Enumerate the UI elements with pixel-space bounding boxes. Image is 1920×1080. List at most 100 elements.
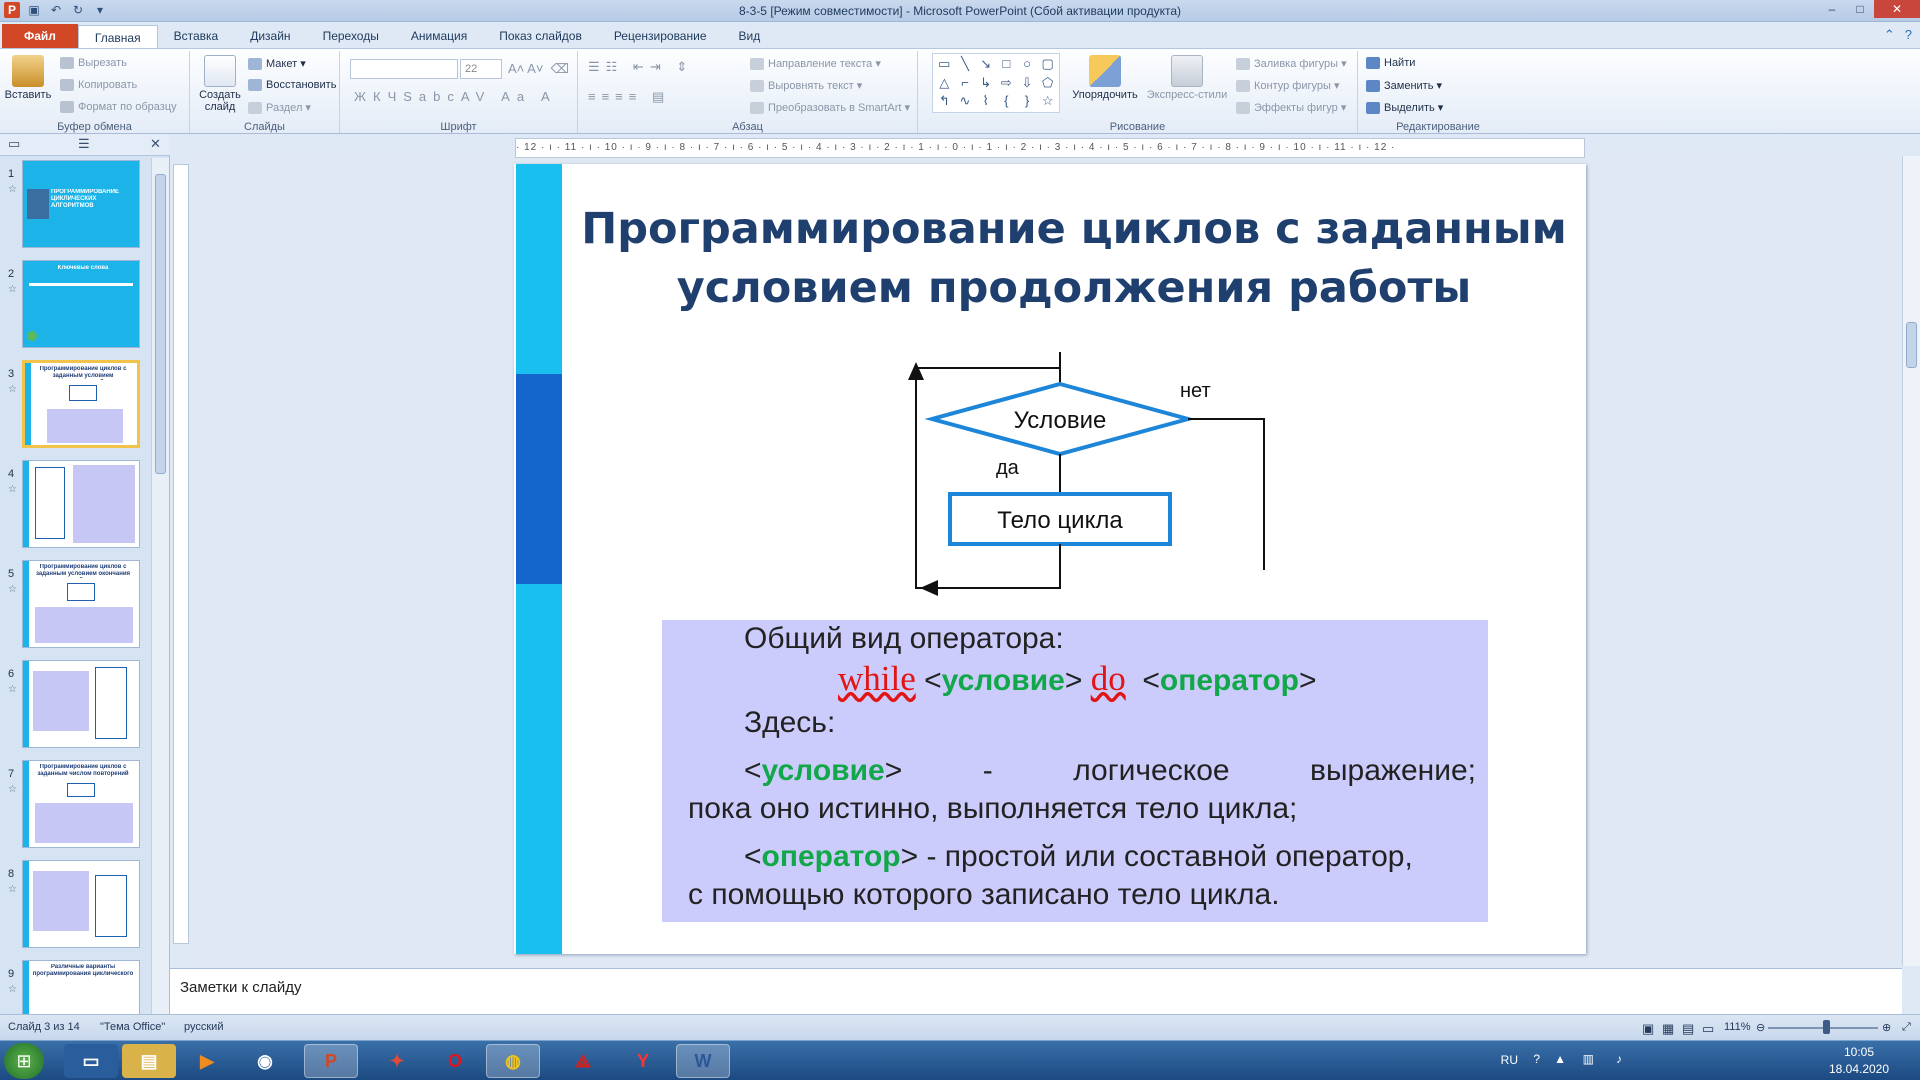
thumbnail-slide-7[interactable]: Программирование циклов с заданным число…	[22, 760, 140, 848]
clock-time[interactable]: 10:05	[1824, 1045, 1894, 1059]
view-slideshow-icon[interactable]: ▭	[1702, 1021, 1714, 1037]
star-shape-icon[interactable]: ☆	[1038, 93, 1057, 110]
quick-styles-button[interactable]: Экспресс-стили	[1144, 55, 1230, 101]
arrange-button[interactable]: Упорядочить	[1068, 55, 1142, 101]
textbox-shape-icon[interactable]: ▭	[935, 56, 954, 73]
down-arrow-shape-icon[interactable]: ⇩	[1018, 75, 1037, 92]
oval-shape-icon[interactable]: ○	[1018, 56, 1037, 73]
scrollbar-thumb[interactable]	[1906, 322, 1917, 368]
language-indicator[interactable]: русский	[184, 1021, 223, 1033]
new-slide-button[interactable]: Создать слайд	[194, 55, 246, 113]
yandex-browser-icon[interactable]: Y	[616, 1044, 670, 1078]
font-format-buttons[interactable]: ЖКЧSabcAV Aa A	[354, 89, 557, 104]
elbow-arrow-shape-icon[interactable]: ↳	[976, 75, 995, 92]
thumbnail-slide-5[interactable]: Программирование циклов с заданным услов…	[22, 560, 140, 648]
taskbar-app-icon[interactable]: ▭	[64, 1044, 118, 1078]
network-icon[interactable]: ▥	[1583, 1052, 1594, 1066]
thumbnail-slide-9[interactable]: Различные варианты программирования цикл…	[22, 960, 140, 1014]
rounded-rect-shape-icon[interactable]: ▢	[1038, 56, 1057, 73]
right-brace-shape-icon[interactable]: }	[1018, 93, 1037, 110]
replace-button[interactable]: Заменить ▾	[1366, 79, 1442, 93]
close-button[interactable]: ✕	[1874, 0, 1920, 18]
thumbnail-slide-1[interactable]: ПРОГРАММИРОВАНИЕ ЦИКЛИЧЕСКИХ АЛГОРИТМОВ	[22, 160, 140, 248]
font-name-box[interactable]	[350, 59, 458, 79]
word-taskbar-icon[interactable]: W	[676, 1044, 730, 1078]
outline-tab-icon[interactable]: ☰	[78, 136, 90, 152]
layout-button[interactable]: Макет ▾	[248, 57, 306, 71]
maximize-button[interactable]: □	[1846, 0, 1874, 18]
minimize-ribbon-icon[interactable]: ⌃	[1884, 27, 1895, 43]
tray-help-icon[interactable]: ?	[1533, 1052, 1540, 1066]
tab-animations[interactable]: Анимация	[395, 24, 483, 48]
thumbnail-slide-6[interactable]	[22, 660, 140, 748]
slide-3[interactable]: Программирование циклов с заданным услов…	[514, 164, 1586, 954]
list-buttons[interactable]: ☰☷ ⇤⇥ ⇕	[588, 59, 693, 75]
tab-transitions[interactable]: Переходы	[307, 24, 395, 48]
tab-design[interactable]: Дизайн	[234, 24, 306, 48]
elbow-shape-icon[interactable]: ⌐	[956, 75, 975, 92]
shapes-gallery[interactable]: ▭ ╲ ↘ □ ○ ▢ △ ⌐ ↳ ⇨ ⇩ ⬠ ↰ ∿ ⌇{} ☆	[932, 53, 1060, 113]
view-normal-icon[interactable]: ▣	[1642, 1021, 1654, 1037]
tab-view[interactable]: Вид	[723, 24, 777, 48]
align-buttons[interactable]: ≡≡≡≡ ▤	[588, 89, 670, 105]
pentagon-shape-icon[interactable]: ⬠	[1038, 75, 1057, 92]
chrome-browser-icon[interactable]: ◍	[486, 1044, 540, 1078]
select-button[interactable]: Выделить ▾	[1366, 101, 1443, 115]
rectangle-shape-icon[interactable]: □	[997, 56, 1016, 73]
thumbnail-slide-8[interactable]	[22, 860, 140, 948]
character-app-icon[interactable]: ✦	[370, 1044, 424, 1078]
start-button[interactable]: ⊞	[4, 1043, 44, 1079]
zoom-out-icon[interactable]: ⊖	[1756, 1021, 1765, 1034]
folder-icon[interactable]: ▤	[122, 1044, 176, 1078]
curve-shape-icon[interactable]: ∿	[956, 93, 975, 110]
tray-show-hidden-icon[interactable]: ▲	[1554, 1052, 1566, 1066]
slides-tab-icon[interactable]: ▭	[8, 136, 20, 152]
volume-icon[interactable]: ♪	[1616, 1052, 1622, 1066]
reset-button[interactable]: Восстановить	[248, 79, 336, 92]
paste-button[interactable]: Вставить	[4, 55, 52, 101]
tab-home[interactable]: Главная	[77, 25, 158, 49]
zoom-level[interactable]: 111%	[1724, 1021, 1751, 1033]
left-brace-shape-icon[interactable]: {	[997, 93, 1016, 110]
scrollbar-thumb[interactable]	[155, 174, 166, 474]
zoom-in-icon[interactable]: ⊕	[1882, 1021, 1891, 1034]
find-button[interactable]: Найти	[1366, 57, 1415, 70]
help-icon[interactable]: ?	[1905, 27, 1912, 43]
pdf-reader-icon[interactable]: ⟁	[556, 1044, 610, 1078]
tab-slideshow[interactable]: Показ слайдов	[483, 24, 598, 48]
align-text-button[interactable]: Выровнять текст ▾	[750, 79, 862, 93]
tab-review[interactable]: Рецензирование	[598, 24, 723, 48]
right-arrow-shape-icon[interactable]: ⇨	[997, 75, 1016, 92]
copy-button[interactable]: Копировать	[60, 79, 137, 92]
powerpoint-taskbar-icon[interactable]: P	[304, 1044, 358, 1078]
smartart-button[interactable]: Преобразовать в SmartArt ▾	[750, 101, 910, 115]
close-panel-icon[interactable]: ✕	[150, 136, 161, 152]
slide-scrollbar[interactable]	[1902, 156, 1920, 966]
slides-panel-scrollbar[interactable]	[151, 158, 169, 1014]
bent-arrow-shape-icon[interactable]: ↰	[935, 93, 954, 110]
format-painter-button[interactable]: Формат по образцу	[60, 101, 177, 114]
while-loop-flowchart[interactable]: Условие Тело цикла да нет	[514, 164, 1586, 624]
shape-outline-button[interactable]: Контур фигуры ▾	[1236, 79, 1340, 93]
cut-button[interactable]: Вырезать	[60, 57, 127, 70]
notes-pane[interactable]: Заметки к слайду	[170, 968, 1902, 1014]
keyboard-language[interactable]: RU	[1501, 1053, 1518, 1067]
font-size-box[interactable]: 22	[460, 59, 502, 79]
thumbnail-slide-2[interactable]: Ключевые слова	[22, 260, 140, 348]
section-button[interactable]: Раздел ▾	[248, 101, 311, 115]
freeform-shape-icon[interactable]: ⌇	[976, 93, 995, 110]
thumbnail-slide-4[interactable]	[22, 460, 140, 548]
arrow-line-shape-icon[interactable]: ↘	[976, 56, 995, 73]
minimize-button[interactable]: –	[1818, 0, 1846, 18]
operator-description-box[interactable]: Общий вид оператора: while <условие> do …	[662, 620, 1488, 922]
theme-name[interactable]: "Тема Office"	[100, 1021, 165, 1033]
line-shape-icon[interactable]: ╲	[956, 56, 975, 73]
view-reading-icon[interactable]: ▤	[1682, 1021, 1694, 1037]
opera-browser-icon[interactable]: O	[428, 1044, 482, 1078]
media-player-icon[interactable]: ▶	[180, 1044, 234, 1078]
shape-fill-button[interactable]: Заливка фигуры ▾	[1236, 57, 1347, 71]
tab-file[interactable]: Файл	[2, 24, 78, 48]
system-tool-icon[interactable]: ◉	[238, 1044, 292, 1078]
fit-slide-icon[interactable]: ⤢	[1902, 1021, 1911, 1034]
font-grow-shrink-buttons[interactable]: A˄ A˅ ⌫	[508, 61, 569, 77]
